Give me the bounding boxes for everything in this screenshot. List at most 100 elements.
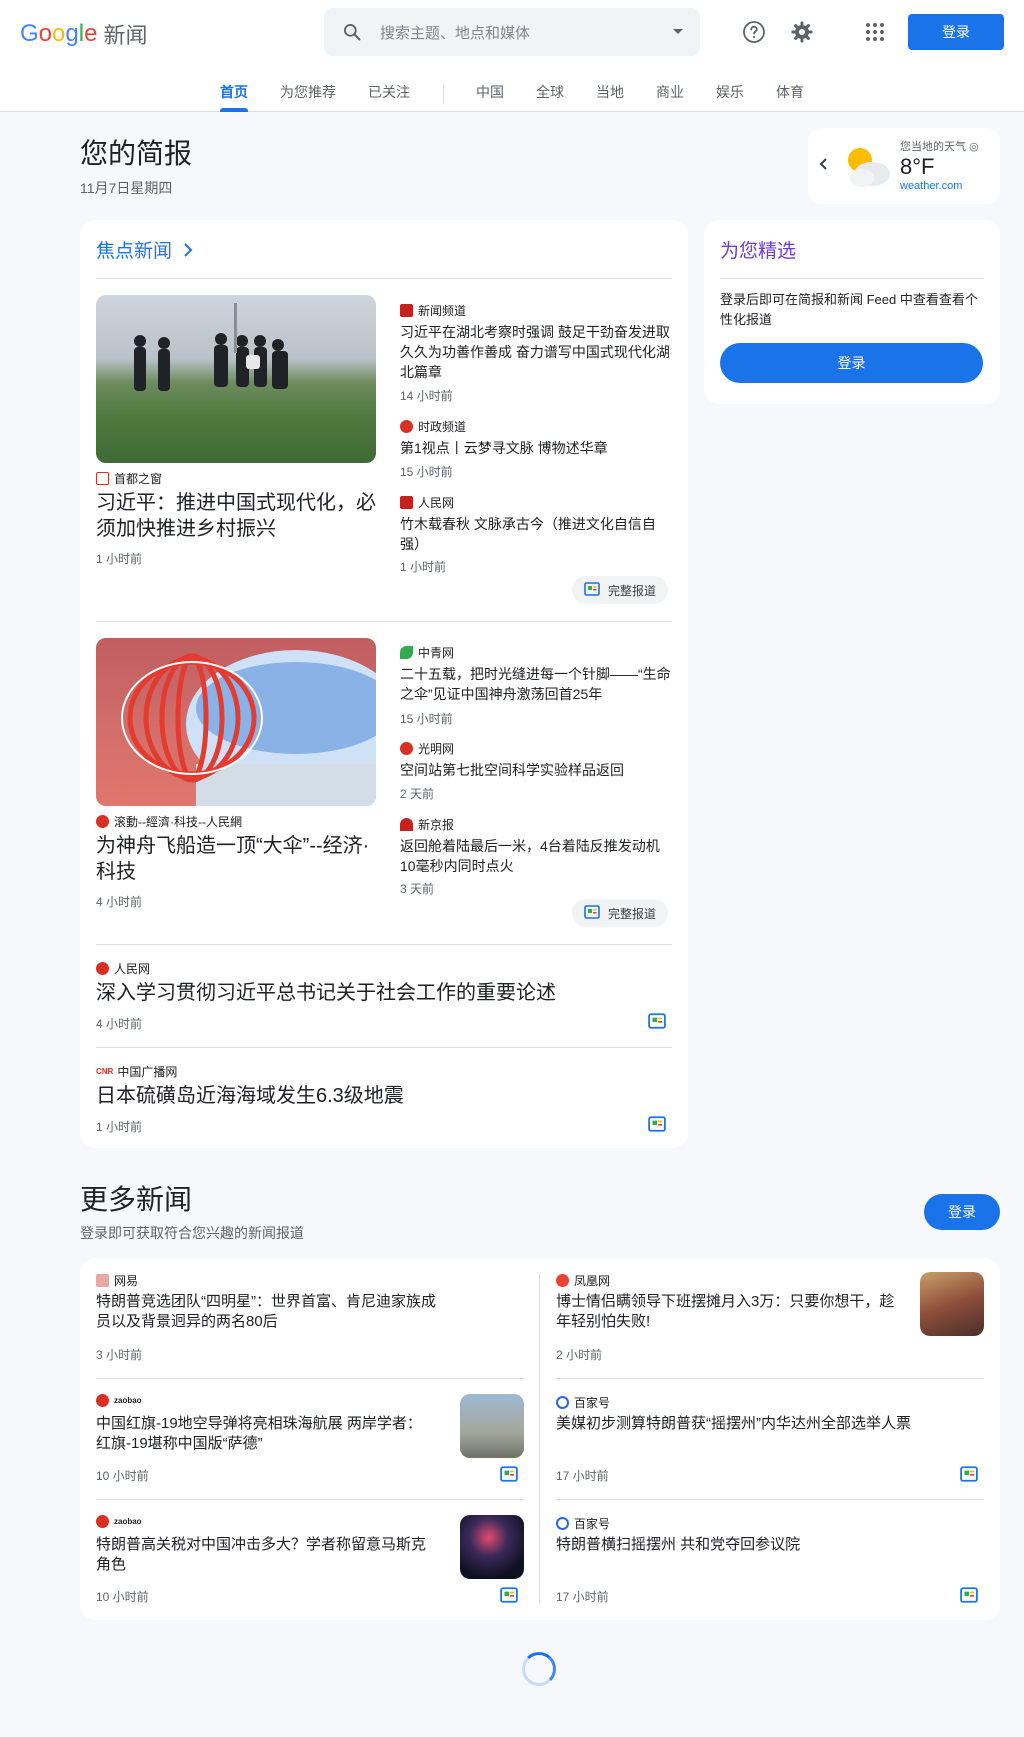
full-coverage-icon[interactable] bbox=[960, 1466, 978, 1487]
divider bbox=[556, 1499, 984, 1500]
source-logo-icon bbox=[96, 1515, 109, 1528]
story-thumbnail-missile[interactable] bbox=[460, 1394, 524, 1458]
story-headline[interactable]: 第1视点丨云梦寻文脉 博物述华章 bbox=[400, 438, 672, 458]
full-coverage-button[interactable]: 完整报道 bbox=[572, 576, 669, 604]
weather-widget[interactable]: 您当地的天气 ◎ 8°F weather.com bbox=[808, 128, 1000, 204]
picks-title: 为您精选 bbox=[720, 241, 797, 262]
search-box[interactable]: 搜索主题、地点和媒体 bbox=[324, 8, 700, 56]
story-time: 4 小时前 bbox=[96, 1017, 143, 1031]
picks-sign-in-button[interactable]: 登录 bbox=[720, 343, 983, 383]
story-headline[interactable]: 空间站第七批空间科学实验样品返回 bbox=[400, 760, 672, 780]
sign-in-button[interactable]: 登录 bbox=[908, 14, 1004, 50]
story-source: 中青网 bbox=[400, 644, 454, 661]
zaobao-wordmark: zaobao bbox=[114, 1396, 142, 1405]
story-headline[interactable]: 特朗普竞选团队“四明星”：世界首富、肯尼迪家族成员以及背景迥异的两名80后 bbox=[96, 1292, 436, 1332]
divider bbox=[96, 621, 672, 622]
story-thumbnail-street-stall[interactable] bbox=[920, 1272, 984, 1336]
cnr-logo: CNR bbox=[96, 1067, 114, 1076]
location-icon: ◎ bbox=[969, 141, 979, 153]
more-news-title: 更多新闻 bbox=[80, 1184, 193, 1215]
gear-icon[interactable] bbox=[786, 16, 818, 48]
tab-home[interactable]: 首页 bbox=[220, 82, 248, 102]
tab-for-you[interactable]: 为您推荐 bbox=[280, 82, 336, 102]
tab-china[interactable]: 中国 bbox=[476, 82, 504, 102]
story-image-farm[interactable] bbox=[96, 295, 376, 463]
google-news-logo[interactable]: Google 新闻 bbox=[20, 18, 147, 50]
weather-source-link[interactable]: weather.com bbox=[900, 180, 962, 192]
story-source: 时政频道 bbox=[400, 418, 466, 435]
story-source: 新京报 bbox=[400, 816, 454, 833]
source-logo-icon bbox=[400, 818, 413, 831]
story-thumbnail-city-night[interactable] bbox=[460, 1515, 524, 1579]
story-source: 百家号 bbox=[556, 1515, 610, 1532]
divider bbox=[720, 278, 984, 279]
logo-news-text: 新闻 bbox=[103, 23, 148, 48]
story-time: 15 小时前 bbox=[400, 712, 453, 726]
tab-business[interactable]: 商业 bbox=[656, 82, 684, 102]
weather-temperature: 8°F bbox=[900, 154, 935, 179]
top-stories-title[interactable]: 焦点新闻 bbox=[96, 236, 193, 263]
full-coverage-icon[interactable] bbox=[648, 1116, 666, 1137]
full-coverage-icon[interactable] bbox=[960, 1587, 978, 1608]
source-logo-icon bbox=[556, 1517, 569, 1530]
section-tabs: 首页 为您推荐 已关注 中国 全球 当地 商业 娱乐 体育 bbox=[0, 72, 1024, 112]
tab-world[interactable]: 全球 bbox=[536, 82, 564, 102]
story-source: CNR 中国广播网 bbox=[96, 1065, 178, 1079]
story-headline[interactable]: 习近平在湖北考察时强调 鼓足干劲奋发进取 久久为功善作善成 奋力谱写中国式现代化… bbox=[400, 322, 672, 382]
briefing-title: 您的简报 bbox=[80, 138, 193, 169]
story-source: 人民网 bbox=[400, 494, 454, 511]
divider bbox=[96, 1499, 524, 1500]
tab-sports[interactable]: 体育 bbox=[776, 82, 804, 102]
story-headline[interactable]: 深入学习贯彻习近平总书记关于社会工作的重要论述 bbox=[96, 980, 656, 1006]
story-source: zaobao bbox=[96, 1394, 142, 1407]
story-time: 2 小时前 bbox=[556, 1348, 603, 1362]
story-source: 新闻频道 bbox=[400, 302, 466, 319]
full-coverage-icon[interactable] bbox=[648, 1013, 666, 1034]
search-icon[interactable] bbox=[324, 8, 380, 56]
story-time: 1 小时前 bbox=[96, 1120, 143, 1134]
story-source: 网易 bbox=[96, 1272, 138, 1289]
full-coverage-icon bbox=[584, 581, 600, 599]
active-tab-indicator bbox=[220, 108, 248, 112]
story-time: 3 小时前 bbox=[96, 1348, 143, 1362]
tab-local[interactable]: 当地 bbox=[596, 82, 624, 102]
story-headline[interactable]: 二十五载，把时光缝进每一个针脚——“生命之伞”见证中国神舟激荡回首25年 bbox=[400, 664, 672, 704]
story-image-parachute[interactable] bbox=[96, 638, 376, 806]
briefing-date: 11月7日星期四 bbox=[80, 180, 173, 196]
full-coverage-icon[interactable] bbox=[500, 1587, 518, 1608]
story-time: 4 小时前 bbox=[96, 895, 143, 909]
source-logo-icon bbox=[400, 496, 413, 509]
story-headline[interactable]: 特朗普高关税对中国冲击多大？学者称留意马斯克角色 bbox=[96, 1535, 436, 1575]
story-headline[interactable]: 美媒初步测算特朗普获“摇摆州”内华达州全部选举人票 bbox=[556, 1414, 976, 1434]
source-logo-icon bbox=[96, 815, 109, 828]
apps-icon[interactable] bbox=[859, 16, 891, 48]
source-logo-icon bbox=[400, 742, 413, 755]
more-news-sign-in-button[interactable]: 登录 bbox=[924, 1194, 1000, 1230]
story-time: 17 小时前 bbox=[556, 1590, 609, 1604]
story-headline[interactable]: 返回舱着陆最后一米，4台着陆反推发动机10毫秒内同时点火 bbox=[400, 836, 672, 876]
story-headline[interactable]: 日本硫磺岛近海海域发生6.3级地震 bbox=[96, 1083, 656, 1109]
partly-cloudy-icon bbox=[842, 142, 894, 195]
full-coverage-button[interactable]: 完整报道 bbox=[572, 899, 669, 927]
column-divider bbox=[539, 1274, 540, 1604]
tab-following[interactable]: 已关注 bbox=[368, 82, 410, 102]
chevron-down-icon[interactable] bbox=[656, 8, 700, 56]
loading-spinner-icon bbox=[522, 1652, 556, 1686]
search-input[interactable]: 搜索主题、地点和媒体 bbox=[380, 22, 656, 43]
weather-label: 您当地的天气 ◎ bbox=[900, 141, 979, 153]
story-headline[interactable]: 竹木载春秋 文脉承古今（推进文化自信自强） bbox=[400, 514, 672, 554]
full-coverage-icon[interactable] bbox=[500, 1466, 518, 1487]
story-headline[interactable]: 特朗普横扫摇摆州 共和党夺回参议院 bbox=[556, 1535, 976, 1555]
story-source: 光明网 bbox=[400, 740, 454, 757]
chevron-left-icon[interactable] bbox=[816, 156, 832, 177]
help-icon[interactable] bbox=[738, 16, 770, 48]
story-source: 首都之窗 bbox=[96, 470, 162, 487]
story-headline[interactable]: 博士情侣瞒领导下班摆摊月入3万：只要你想干，趁年轻别怕失败! bbox=[556, 1292, 896, 1332]
story-headline[interactable]: 为神舟飞船造一顶“大伞”--经济·科技 bbox=[96, 833, 378, 885]
divider bbox=[556, 1378, 984, 1379]
story-headline[interactable]: 中国红旗-19地空导弹将亮相珠海航展 两岸学者：红旗-19堪称中国版“萨德” bbox=[96, 1414, 436, 1454]
story-headline[interactable]: 习近平：推进中国式现代化，必须加快推进乡村振兴 bbox=[96, 490, 378, 542]
tab-entertainment[interactable]: 娱乐 bbox=[716, 82, 744, 102]
story-time: 1 小时前 bbox=[400, 560, 447, 574]
story-source: zaobao bbox=[96, 1515, 142, 1528]
